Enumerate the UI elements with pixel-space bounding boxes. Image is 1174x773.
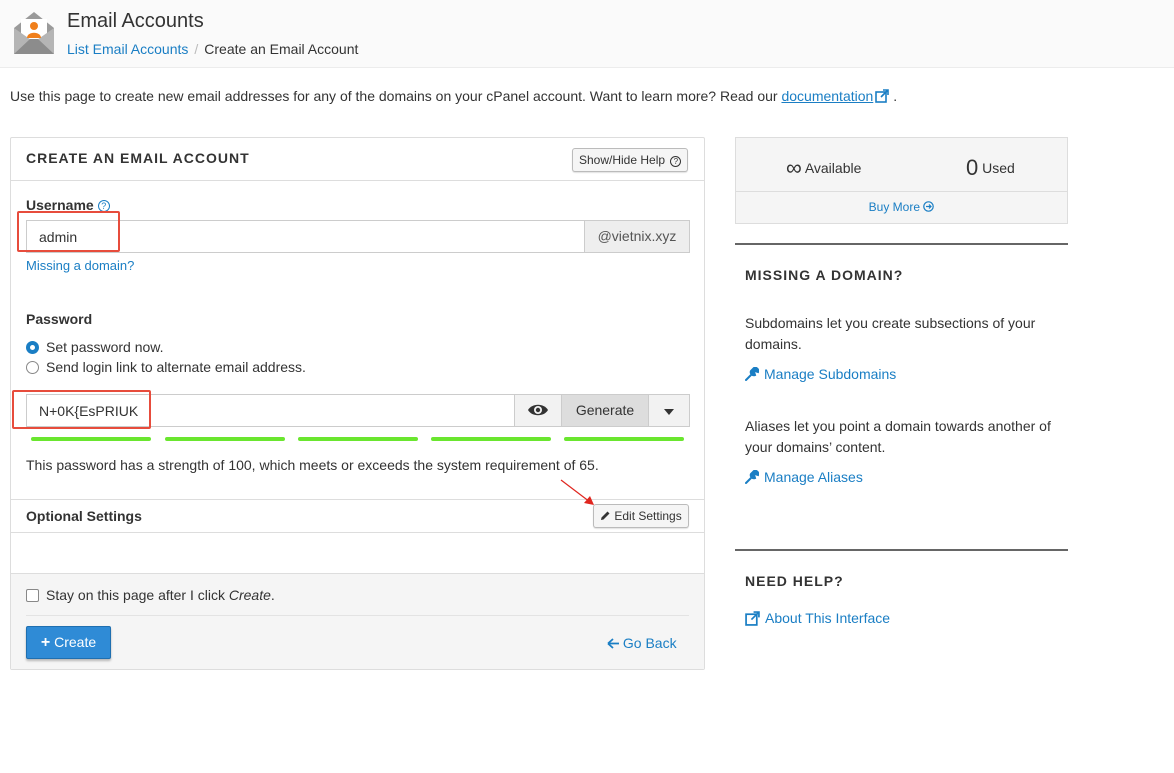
buy-more-label: Buy More bbox=[868, 200, 920, 214]
manage-aliases-label: Manage Aliases bbox=[764, 469, 863, 485]
strength-segment-2 bbox=[165, 437, 285, 441]
manage-aliases-link[interactable]: Manage Aliases bbox=[745, 469, 863, 485]
plus-icon: + bbox=[40, 634, 51, 651]
breadcrumb-list-email-accounts-link[interactable]: List Email Accounts bbox=[67, 41, 188, 57]
arrow-left-icon bbox=[607, 638, 619, 649]
generate-options-dropdown[interactable] bbox=[648, 395, 689, 426]
help-circle-icon: ? bbox=[670, 156, 682, 167]
stay-text: Stay on this page after I click bbox=[46, 587, 225, 603]
used-stat: 0 Used bbox=[966, 155, 1015, 181]
stay-on-page-label: Stay on this page after I click Create. bbox=[46, 587, 275, 603]
password-input[interactable] bbox=[39, 395, 509, 426]
password-input-group: Generate bbox=[26, 394, 690, 427]
create-label: Create bbox=[54, 634, 97, 650]
optional-settings-title: Optional Settings bbox=[26, 508, 142, 524]
missing-domain-title: MISSING A DOMAIN? bbox=[745, 267, 904, 283]
breadcrumb: List Email Accounts / Create an Email Acco… bbox=[67, 41, 358, 57]
username-input-group: @vietnix.xyz bbox=[26, 220, 690, 253]
buy-more-link[interactable]: Buy More bbox=[736, 200, 1067, 214]
show-hide-help-label: Show/Hide Help bbox=[579, 153, 666, 167]
toggle-visibility-button[interactable] bbox=[514, 395, 561, 426]
used-label: Used bbox=[982, 160, 1015, 176]
divider bbox=[11, 532, 704, 533]
stay-end: . bbox=[270, 587, 275, 603]
username-input[interactable] bbox=[39, 221, 579, 252]
need-help-title: NEED HELP? bbox=[745, 573, 844, 589]
radio-set-password-label: Set password now. bbox=[46, 339, 164, 355]
go-back-label: Go Back bbox=[622, 635, 677, 651]
create-button[interactable]: + Create bbox=[26, 626, 111, 659]
intro-text: Use this page to create new email addres… bbox=[10, 88, 897, 104]
available-stat: ∞ Available bbox=[786, 155, 861, 181]
about-interface-label: About This Interface bbox=[765, 610, 891, 626]
wrench-icon bbox=[745, 367, 759, 381]
intro-end: . bbox=[893, 88, 898, 104]
available-label: Available bbox=[804, 160, 862, 176]
panel-title: CREATE AN EMAIL ACCOUNT bbox=[26, 150, 250, 166]
breadcrumb-current: Create an Email Account bbox=[204, 41, 359, 57]
stay-on-page-row[interactable]: Stay on this page after I click Create. bbox=[26, 587, 275, 603]
go-back-link[interactable]: Go Back bbox=[607, 635, 677, 651]
available-value: ∞ bbox=[786, 155, 802, 180]
pencil-icon bbox=[601, 511, 610, 520]
caret-down-icon bbox=[664, 409, 674, 415]
manage-subdomains-link[interactable]: Manage Subdomains bbox=[745, 366, 896, 382]
manage-subdomains-label: Manage Subdomains bbox=[764, 366, 897, 382]
subdomains-text: Subdomains let you create subsections of… bbox=[745, 315, 1036, 352]
sidebar-divider bbox=[735, 549, 1068, 551]
radio-send-link-row[interactable]: Send login link to alternate email addre… bbox=[26, 359, 306, 375]
missing-domain-link[interactable]: Missing a domain? bbox=[26, 258, 134, 273]
eye-icon bbox=[528, 404, 548, 416]
username-label: Username? bbox=[26, 197, 110, 213]
panel-header: CREATE AN EMAIL ACCOUNT Show/Hide Help ? bbox=[11, 138, 704, 181]
wrench-icon bbox=[745, 470, 759, 484]
external-link-icon bbox=[875, 89, 890, 103]
radio-send-login-link[interactable] bbox=[26, 360, 39, 374]
divider bbox=[11, 499, 704, 500]
strength-segment-5 bbox=[564, 437, 684, 441]
username-help-icon[interactable]: ? bbox=[97, 200, 110, 212]
annotation-arrow-icon bbox=[560, 479, 594, 505]
radio-set-password-row[interactable]: Set password now. bbox=[26, 339, 164, 355]
form-footer: Stay on this page after I click Create. … bbox=[11, 573, 704, 669]
about-interface-link[interactable]: About This Interface bbox=[745, 610, 890, 626]
sidebar-divider bbox=[735, 243, 1068, 245]
strength-segment-4 bbox=[431, 437, 551, 441]
edit-settings-label: Edit Settings bbox=[614, 509, 682, 523]
aliases-text: Aliases let you point a domain towards a… bbox=[745, 418, 1051, 455]
used-value: 0 bbox=[966, 155, 979, 180]
documentation-link[interactable]: documentation bbox=[781, 88, 873, 104]
strength-segment-3 bbox=[298, 437, 418, 441]
email-accounts-logo-icon bbox=[14, 12, 54, 54]
show-hide-help-button[interactable]: Show/Hide Help ? bbox=[572, 148, 689, 172]
create-email-panel: CREATE AN EMAIL ACCOUNT Show/Hide Help ?… bbox=[10, 137, 705, 670]
edit-settings-button[interactable]: Edit Settings bbox=[593, 504, 689, 528]
page-header: Email Accounts List Email Accounts / Creat… bbox=[0, 0, 1174, 68]
arrow-circle-right-icon bbox=[923, 201, 935, 212]
domain-addon[interactable]: @vietnix.xyz bbox=[584, 221, 689, 252]
divider bbox=[736, 191, 1067, 192]
stay-emph: Create bbox=[228, 587, 271, 603]
breadcrumb-separator: / bbox=[194, 41, 199, 57]
intro-body: Use this page to create new email addres… bbox=[10, 88, 778, 104]
page-title: Email Accounts bbox=[67, 10, 204, 32]
username-label-text: Username bbox=[26, 197, 94, 213]
password-strength-text: This password has a strength of 100, whi… bbox=[26, 457, 599, 473]
divider bbox=[26, 615, 689, 616]
strength-segment-1 bbox=[31, 437, 151, 441]
stay-on-page-checkbox[interactable] bbox=[26, 588, 39, 602]
radio-set-password[interactable] bbox=[26, 340, 39, 354]
password-label: Password bbox=[26, 311, 93, 327]
radio-send-link-label: Send login link to alternate email addre… bbox=[46, 359, 306, 375]
generate-button[interactable]: Generate bbox=[561, 395, 648, 426]
account-stats-panel: ∞ Available 0 Used Buy More bbox=[735, 137, 1068, 224]
external-link-icon bbox=[745, 610, 760, 626]
